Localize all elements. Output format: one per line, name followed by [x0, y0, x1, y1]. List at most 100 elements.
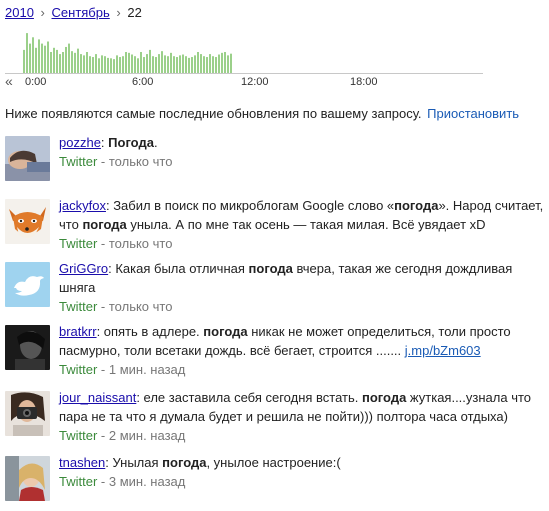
post-text: уныла. А по мне так осень — такая милая.… [126, 217, 486, 232]
timeline-bar [131, 54, 133, 73]
timeline-bar [209, 54, 211, 73]
timeline-bar [68, 43, 70, 73]
timeline-bar [95, 54, 97, 73]
timeline-bar [164, 55, 166, 73]
post-url-link[interactable]: j.mp/bZm603 [405, 343, 481, 358]
post-keyword: погода [203, 324, 248, 339]
timeline-bar [122, 56, 124, 73]
avatar[interactable] [5, 262, 50, 307]
post-keyword: погода [162, 455, 207, 470]
breadcrumb-separator: › [40, 5, 45, 20]
timeline-bar [110, 58, 112, 73]
post-meta: Twitter - 1 мин. назад [59, 362, 186, 377]
timeline-bar [221, 52, 223, 73]
post-username[interactable]: jour_naissant [59, 390, 136, 405]
post-source[interactable]: Twitter [59, 428, 97, 443]
post-source[interactable]: Twitter [59, 474, 97, 489]
post-content: bratkrr: опять в адлере. погода никак не… [59, 322, 545, 379]
post-text: : опять в адлере. [96, 324, 204, 339]
timeline-bar [206, 57, 208, 73]
post-username[interactable]: pozzhe [59, 135, 101, 150]
timeline-bar [38, 39, 40, 73]
post-source[interactable]: Twitter [59, 154, 97, 169]
timeline-bar [59, 54, 61, 73]
post-content: pozzhe: Погода. Twitter - только что [59, 133, 545, 171]
post-text: , унылое настроение:( [206, 455, 341, 470]
timeline-bar [50, 52, 52, 73]
post-username[interactable]: bratkrr [59, 324, 97, 339]
timeline-tick-label: 18:00 [350, 76, 378, 88]
timeline-bar [77, 48, 79, 73]
timeline-bar [74, 52, 76, 73]
avatar[interactable] [5, 456, 50, 501]
post-time: 3 мин. назад [108, 474, 186, 489]
post-content: jackyfox: Забил в поиск по микроблогам G… [59, 196, 545, 253]
timeline-bar [56, 49, 58, 73]
post-source[interactable]: Twitter [59, 362, 97, 377]
post-meta: Twitter - 2 мин. назад [59, 428, 186, 443]
breadcrumb-month-link[interactable]: Сентябрь [52, 5, 110, 20]
timeline-bar [212, 56, 214, 73]
post-body: bratkrr: опять в адлере. погода никак не… [59, 322, 545, 360]
timeline-bar [125, 52, 127, 73]
timeline-bar [89, 56, 91, 73]
timeline-bar [71, 51, 73, 73]
timeline-bar [182, 54, 184, 73]
breadcrumb-year-link[interactable]: 2010 [5, 5, 34, 20]
timeline-bar [191, 57, 193, 73]
timeline-bar [227, 55, 229, 73]
timeline-prev-arrow[interactable]: « [5, 74, 13, 88]
avatar[interactable] [5, 199, 50, 244]
timeline-bar [137, 58, 139, 73]
post-username[interactable]: tnashen [59, 455, 105, 470]
timeline-bar [101, 55, 103, 73]
timeline-bar [188, 57, 190, 73]
post-text: : Унылая [105, 455, 163, 470]
timeline-histogram[interactable] [5, 26, 483, 74]
timeline-bar [167, 56, 169, 73]
timeline-bar [128, 52, 130, 73]
breadcrumb-separator: › [116, 5, 121, 20]
post-source[interactable]: Twitter [59, 236, 97, 251]
post-keyword: погода [82, 217, 127, 232]
post-body: GriGGro: Какая была отличная погода вчер… [59, 259, 545, 297]
post-time: только что [108, 299, 173, 314]
timeline-bar [134, 56, 136, 73]
timeline-bar [155, 57, 157, 73]
status-line: Ниже появляются самые последние обновлен… [5, 106, 519, 121]
post-username[interactable]: jackyfox [59, 198, 106, 213]
timeline-tick-label: 12:00 [241, 76, 269, 88]
pause-link[interactable]: Приостановить [427, 106, 519, 121]
timeline-bar [161, 51, 163, 73]
timeline-bar [107, 57, 109, 73]
post-source[interactable]: Twitter [59, 299, 97, 314]
post-keyword: Погода [108, 135, 154, 150]
post-meta: Twitter - 3 мин. назад [59, 474, 186, 489]
avatar[interactable] [5, 136, 50, 181]
timeline-bar [218, 54, 220, 73]
post-time: 1 мин. назад [108, 362, 186, 377]
post-username[interactable]: GriGGro [59, 261, 108, 276]
timeline-bar [65, 46, 67, 73]
timeline-bar [62, 52, 64, 73]
timeline-bar [149, 49, 151, 73]
post-keyword: погода [362, 390, 407, 405]
avatar[interactable] [5, 325, 50, 370]
timeline-bar [176, 57, 178, 73]
status-text: Ниже появляются самые последние обновлен… [5, 106, 422, 121]
timeline-bar [179, 55, 181, 73]
post-time: только что [108, 154, 173, 169]
post-time: 2 мин. назад [108, 428, 186, 443]
timeline-bar [173, 56, 175, 73]
post-meta: Twitter - только что [59, 299, 173, 314]
avatar[interactable] [5, 391, 50, 436]
timeline-tick-label: 0:00 [25, 76, 47, 88]
post-body: jackyfox: Забил в поиск по микроблогам G… [59, 196, 545, 234]
timeline-bar [152, 56, 154, 73]
timeline-bar [170, 52, 172, 73]
timeline-bar [98, 58, 100, 73]
timeline-bar [23, 49, 25, 73]
post-keyword: погода [394, 198, 439, 213]
timeline-bar [35, 47, 37, 73]
timeline-bar [32, 37, 34, 73]
